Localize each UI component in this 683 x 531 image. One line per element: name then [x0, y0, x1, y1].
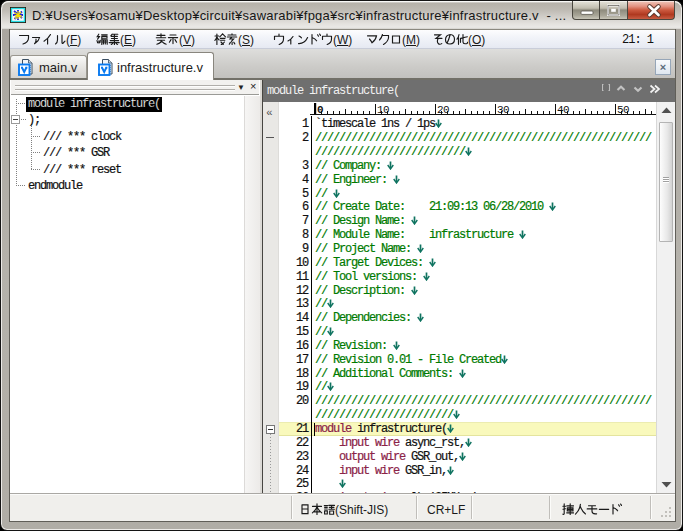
svg-text:50: 50	[617, 103, 629, 115]
svg-text:0: 0	[317, 103, 324, 115]
svg-text:20: 20	[437, 103, 449, 115]
svg-text:10: 10	[377, 103, 389, 115]
svg-text:40: 40	[557, 103, 569, 115]
svg-text:30: 30	[497, 103, 509, 115]
